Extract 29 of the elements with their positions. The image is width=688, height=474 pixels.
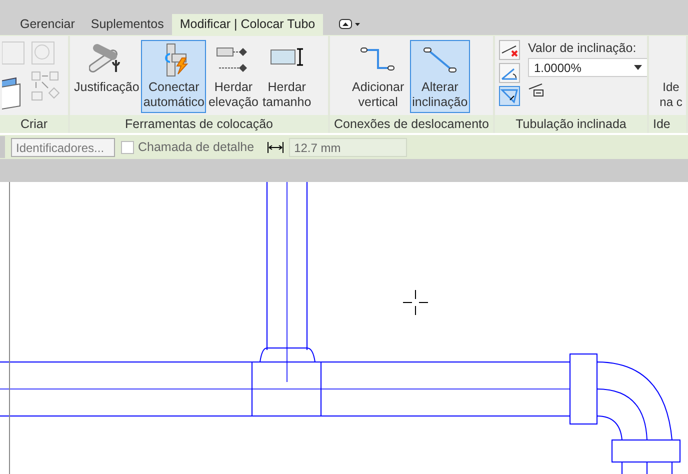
slope-annotation-icon[interactable] [528,83,546,97]
ribbon-button[interactable]: Adicionar vertical [350,40,406,113]
checkbox-label: Chamada de detalhe [138,140,254,154]
panel-title: Ide [649,115,686,133]
field-label: Valor de inclinação: [528,41,636,55]
panel-title: Conexões de deslocamento [330,115,493,133]
panel-title: Criar [0,115,68,133]
ribbon-button[interactable]: Conectar automático [141,40,206,113]
ribbon-button[interactable]: Herdar elevação [206,40,261,113]
slope-remove-icon[interactable] [499,40,520,60]
checkbox[interactable] [121,140,134,154]
ribbon-button[interactable]: Ide na c [651,40,686,113]
ribbon-button[interactable]: Justificação [72,40,142,98]
ribbon-tab[interactable]: Modificar | Colocar Tubo [172,14,324,35]
slope-down-icon[interactable] [499,86,520,106]
options-bar-grip[interactable] [0,136,5,158]
ribbon-tab[interactable]: Suplementos [82,14,172,35]
ribbon-tab[interactable]: Gerenciar [12,14,83,35]
tags-button[interactable]: Identificadores... [11,138,115,156]
ribbon-button[interactable]: Herdar tamanho [260,40,314,113]
panel-title: Ferramentas de colocação [70,115,328,133]
slope-dropdown[interactable]: 1.0000% [528,58,647,77]
caret-icon [634,65,642,70]
crosshair-cursor-icon [403,290,428,315]
panel-toggle-icon[interactable] [339,18,362,30]
offset-field[interactable]: 12.7 mm [289,138,408,156]
dimension-arrow-icon [267,140,284,154]
panel-title: Tubulação inclinada [495,115,647,133]
ribbon-button[interactable]: Alterar inclinação [410,40,470,113]
